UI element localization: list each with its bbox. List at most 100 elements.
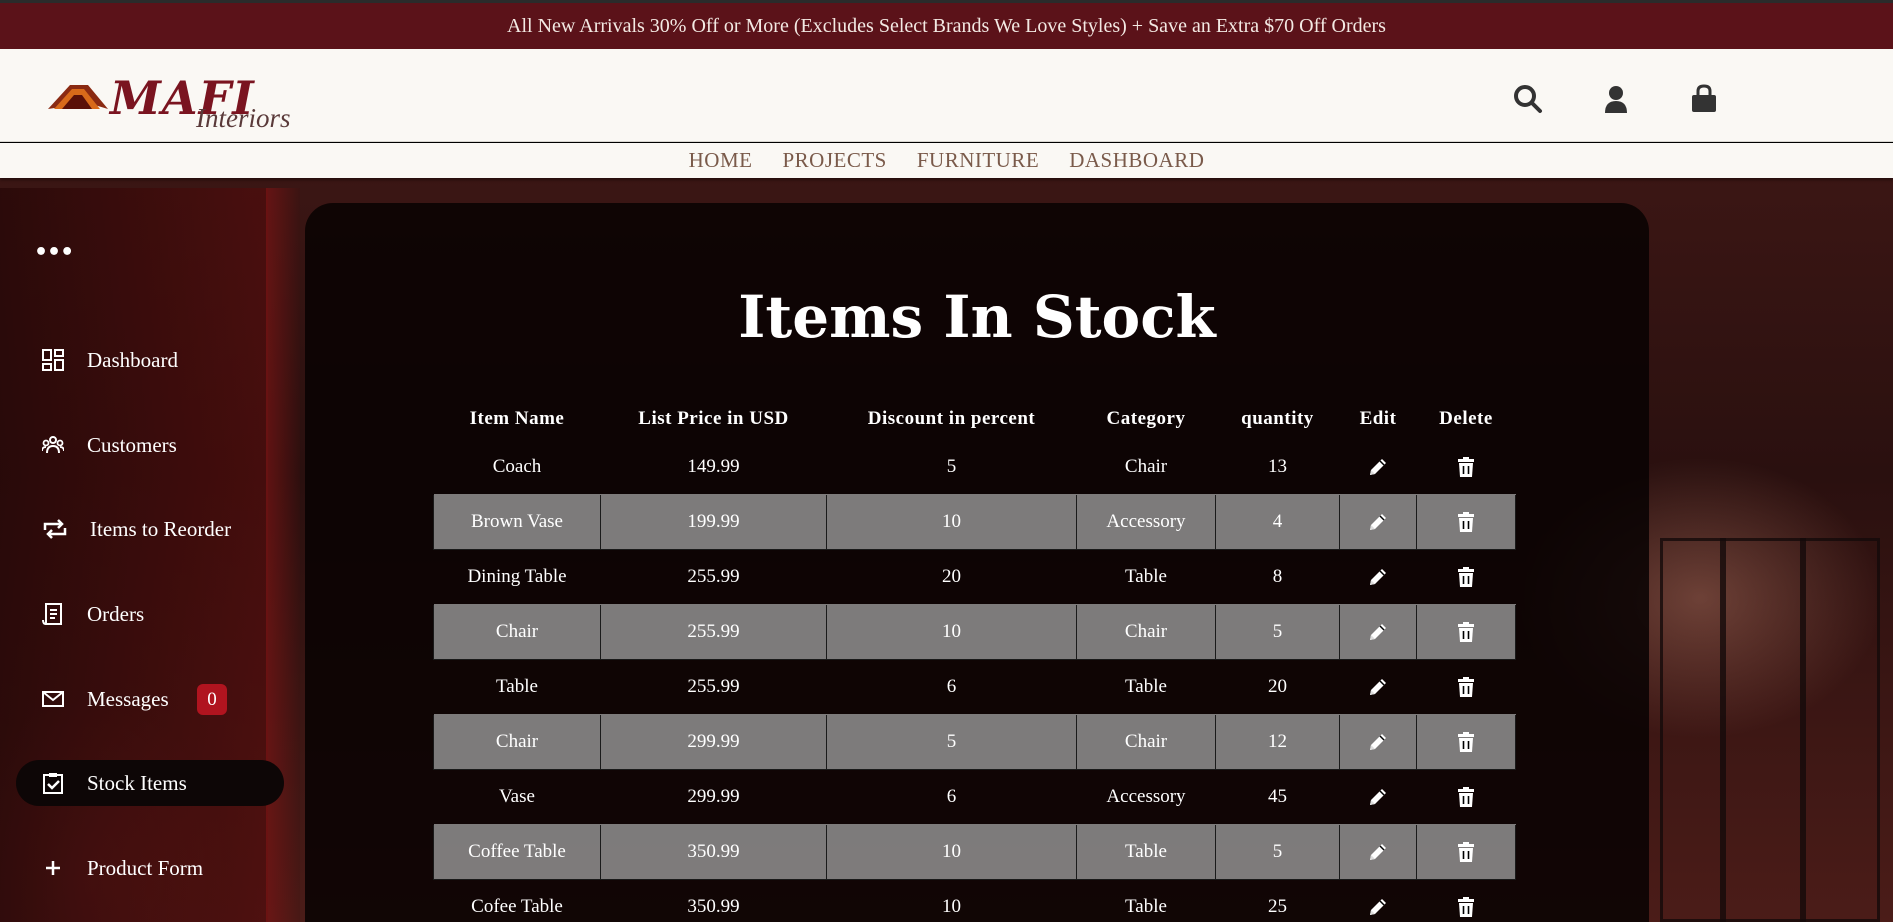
cell-edit bbox=[1340, 439, 1417, 494]
delete-trash-icon[interactable] bbox=[1455, 731, 1477, 753]
sidebar-item-label: Orders bbox=[87, 602, 145, 626]
cell-category: Accessory bbox=[1106, 785, 1186, 807]
more-menu-icon[interactable]: ••• bbox=[34, 240, 74, 265]
clipboard-check-icon bbox=[43, 773, 63, 794]
cell-category: Chair bbox=[1076, 713, 1216, 770]
promo-banner: All New Arrivals 30% Off or More (Exclud… bbox=[0, 3, 1893, 49]
stock-panel: Items In Stock Item Name List Price in U… bbox=[305, 203, 1649, 922]
nav-dashboard[interactable]: DASHBOARD bbox=[1069, 143, 1204, 178]
background-window-bar bbox=[1720, 538, 1726, 922]
brand-logo[interactable]: MAFI Interiors bbox=[48, 71, 318, 135]
edit-pencil-icon[interactable] bbox=[1367, 621, 1389, 643]
cell-item-name: Cofee Table bbox=[471, 895, 563, 917]
dashboard-icon bbox=[42, 349, 64, 371]
cell-list-price: 255.99 bbox=[687, 675, 740, 697]
delete-trash-icon[interactable] bbox=[1455, 676, 1477, 698]
cell-category: Chair bbox=[1076, 603, 1216, 660]
delete-trash-icon[interactable] bbox=[1455, 621, 1477, 643]
cell-quantity: 13 bbox=[1268, 455, 1287, 477]
sidebar-item-customers[interactable]: Customers bbox=[16, 422, 284, 468]
cell-quantity: 5 bbox=[1215, 823, 1340, 880]
cell-edit bbox=[1339, 493, 1417, 550]
column-header-quantity[interactable]: quantity bbox=[1216, 399, 1340, 439]
table-row: Coach 149.99 5 Chair 13 bbox=[434, 439, 1516, 494]
cell-quantity: 5 bbox=[1215, 603, 1340, 660]
delete-trash-icon[interactable] bbox=[1455, 566, 1477, 588]
column-header-list-price[interactable]: List Price in USD bbox=[601, 399, 827, 439]
sidebar-item-dashboard[interactable]: Dashboard bbox=[16, 337, 284, 383]
edit-pencil-icon[interactable] bbox=[1367, 456, 1389, 478]
mail-icon bbox=[42, 691, 64, 707]
edit-pencil-icon[interactable] bbox=[1367, 511, 1389, 533]
cell-item-name: Vase bbox=[499, 785, 535, 807]
delete-trash-icon[interactable] bbox=[1455, 511, 1477, 533]
cell-item-name: Dining Table bbox=[467, 565, 567, 587]
cell-list-price: 199.99 bbox=[600, 493, 827, 550]
sidebar-item-label: Customers bbox=[87, 433, 177, 457]
customers-icon bbox=[42, 436, 64, 454]
cell-delete bbox=[1417, 879, 1516, 922]
sidebar-item-items-to-reorder[interactable]: Items to Reorder bbox=[16, 506, 284, 552]
column-header-item-name[interactable]: Item Name bbox=[434, 399, 601, 439]
cell-discount: 10 bbox=[942, 895, 961, 917]
cell-list-price: 350.99 bbox=[600, 823, 827, 880]
cell-discount: 10 bbox=[826, 823, 1077, 880]
column-header-delete: Delete bbox=[1439, 407, 1493, 429]
cell-item-name: Chair bbox=[433, 713, 601, 770]
table-row: Coffee Table 350.99 10 Table 5 bbox=[433, 823, 1516, 880]
cell-discount: 6 bbox=[946, 785, 957, 807]
table-row: Table 255.99 6 Table 20 bbox=[434, 659, 1516, 714]
page-title: Items In Stock bbox=[738, 283, 1216, 351]
delete-trash-icon[interactable] bbox=[1455, 896, 1477, 918]
reorder-icon bbox=[43, 519, 67, 539]
sidebar-item-label: Messages bbox=[87, 687, 169, 711]
sidebar bbox=[0, 188, 268, 922]
cell-delete bbox=[1416, 713, 1516, 770]
sidebar-item-stock-items[interactable]: Stock Items bbox=[16, 760, 284, 806]
cell-delete bbox=[1417, 769, 1516, 824]
cell-quantity: 25 bbox=[1268, 895, 1287, 917]
column-header-category[interactable]: Category bbox=[1077, 399, 1216, 439]
nav-home[interactable]: HOME bbox=[689, 143, 753, 178]
nav-projects[interactable]: PROJECTS bbox=[782, 143, 886, 178]
shopping-bag-icon[interactable] bbox=[1688, 83, 1720, 115]
nav-furniture[interactable]: FURNITURE bbox=[917, 143, 1039, 178]
sidebar-item-messages[interactable]: Messages 0 bbox=[16, 676, 284, 722]
user-icon[interactable] bbox=[1600, 83, 1632, 115]
cell-delete bbox=[1416, 603, 1516, 660]
sidebar-item-product-form[interactable]: Product Form bbox=[16, 845, 284, 891]
cell-delete bbox=[1417, 549, 1516, 604]
cell-category: Accessory bbox=[1076, 493, 1216, 550]
cell-edit bbox=[1340, 659, 1417, 714]
cell-delete bbox=[1417, 659, 1516, 714]
delete-trash-icon[interactable] bbox=[1455, 786, 1477, 808]
cell-quantity: 4 bbox=[1215, 493, 1340, 550]
column-header-edit: Edit bbox=[1359, 407, 1397, 429]
sidebar-item-orders[interactable]: Orders bbox=[16, 591, 284, 637]
search-icon[interactable] bbox=[1512, 83, 1544, 115]
edit-pencil-icon[interactable] bbox=[1367, 786, 1389, 808]
edit-pencil-icon[interactable] bbox=[1367, 676, 1389, 698]
edit-pencil-icon[interactable] bbox=[1367, 896, 1389, 918]
plus-icon bbox=[46, 861, 60, 875]
main-nav: HOME PROJECTS FURNITURE DASHBOARD bbox=[0, 143, 1893, 178]
cell-edit bbox=[1339, 713, 1417, 770]
delete-trash-icon[interactable] bbox=[1455, 456, 1477, 478]
sidebar-item-label: Dashboard bbox=[87, 348, 178, 372]
table-row: Brown Vase 199.99 10 Accessory 4 bbox=[433, 493, 1516, 550]
cell-quantity: 8 bbox=[1272, 565, 1283, 587]
delete-trash-icon[interactable] bbox=[1455, 841, 1477, 863]
table-header-row: Item Name List Price in USD Discount in … bbox=[434, 399, 1516, 439]
logo-mark-icon bbox=[48, 85, 108, 109]
sidebar-item-label: Product Form bbox=[87, 856, 204, 880]
cell-list-price: 255.99 bbox=[600, 603, 827, 660]
cell-item-name: Table bbox=[496, 675, 538, 697]
column-header-discount[interactable]: Discount in percent bbox=[827, 399, 1077, 439]
edit-pencil-icon[interactable] bbox=[1367, 566, 1389, 588]
cell-edit bbox=[1339, 603, 1417, 660]
table-row: Vase 299.99 6 Accessory 45 bbox=[434, 769, 1516, 824]
cell-delete bbox=[1417, 439, 1516, 494]
edit-pencil-icon[interactable] bbox=[1367, 731, 1389, 753]
edit-pencil-icon[interactable] bbox=[1367, 841, 1389, 863]
cell-discount: 10 bbox=[826, 603, 1077, 660]
